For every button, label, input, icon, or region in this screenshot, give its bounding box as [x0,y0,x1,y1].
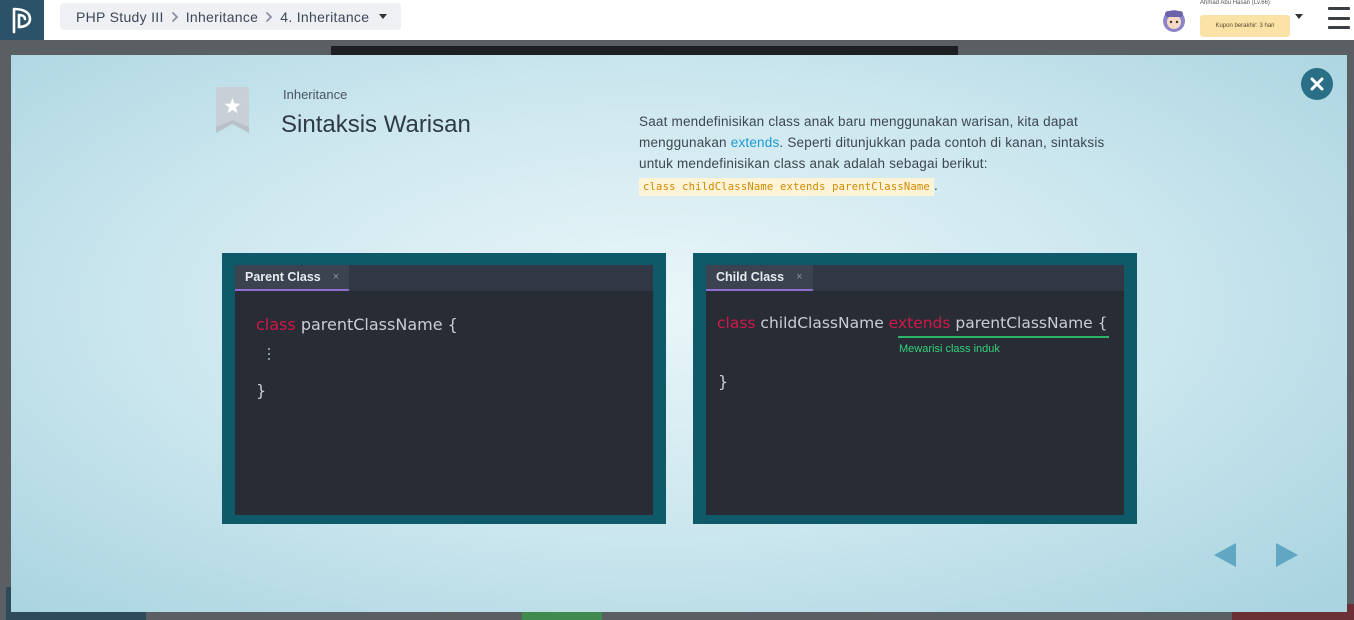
tab-parent-class[interactable]: Parent Class × [235,265,350,291]
child-class-editor: Child Class × class childClassName exten… [693,253,1137,524]
code-open-brace: { [1097,314,1108,332]
code-keyword-class: class [717,314,756,332]
chevron-right-icon [164,3,186,30]
breadcrumb-item-course[interactable]: PHP Study III [76,9,164,25]
code-keyword-class: class [256,315,296,334]
previous-slide-arrow-icon[interactable] [1214,543,1236,567]
slide-modal: Inheritance Sintaksis Warisan Saat mende… [11,55,1347,612]
child-editor-tabbar: Child Class × [706,265,1124,291]
code-keyword-extends: extends [888,314,951,332]
code-line-child-declaration: class childClassName extends parentClass… [717,314,1108,332]
user-menu-caret-icon[interactable] [1295,14,1303,19]
logo[interactable] [0,0,44,40]
syntax-code-snippet: class childClassName extends parentClass… [639,178,934,196]
annotation-underline [898,336,1109,338]
logo-icon [12,7,32,34]
user-name: Ahmad Abu Hasan (Lv.66) [1200,0,1270,6]
slide-description: Saat mendefinisikan class anak baru meng… [639,111,1119,198]
hamburger-menu-icon[interactable] [1328,7,1350,29]
parent-editor-tabbar: Parent Class × [235,265,653,291]
code-closing-brace: } [718,372,729,391]
code-line-class-declaration: class parentClassName { [256,315,458,334]
slide-eyebrow: Inheritance [283,87,348,102]
child-editor-body: Child Class × class childClassName exten… [706,265,1124,515]
slide-title: Sintaksis Warisan [281,111,471,138]
coupon-badge: Kupon berakhir: 3 hari [1200,15,1290,37]
tab-close-icon[interactable]: × [796,271,802,283]
ellipsis-icon [268,348,270,360]
tab-child-class[interactable]: Child Class × [706,265,813,291]
top-navigation-bar: PHP Study III Inheritance 4. Inheritance… [0,0,1354,40]
caret-down-icon[interactable] [379,14,388,19]
tab-label: Child Class [716,270,785,284]
breadcrumb: PHP Study III Inheritance 4. Inheritance [60,3,402,30]
chevron-right-icon [258,3,280,30]
tab-close-icon[interactable]: × [333,271,339,283]
parent-editor-body: Parent Class × class parentClassName { } [235,265,653,515]
description-keyword: extends [730,135,780,150]
next-slide-arrow-icon[interactable] [1276,543,1298,567]
description-period: . [933,178,938,193]
code-closing-brace: } [256,381,267,400]
parent-class-editor: Parent Class × class parentClassName { } [222,253,666,524]
code-parent-name: parentClassName [955,314,1093,332]
close-icon [1310,77,1324,91]
breadcrumb-item-chapter[interactable]: Inheritance [186,9,259,25]
breadcrumb-item-lesson[interactable]: 4. Inheritance [280,9,369,25]
close-button[interactable] [1301,68,1333,100]
annotation-label: Mewarisi class induk [899,343,1000,355]
code-class-name: parentClassName { [300,315,458,334]
tab-label: Parent Class [245,270,321,284]
avatar[interactable] [1159,5,1189,35]
bookmark-star-icon [216,87,249,133]
code-class-name: childClassName [760,314,884,332]
